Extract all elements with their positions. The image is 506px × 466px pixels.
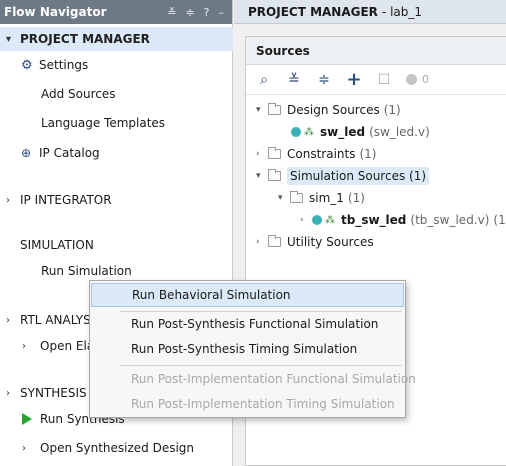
- chevron-right-icon[interactable]: ›: [300, 215, 312, 225]
- nav-section-ip-integrator[interactable]: › IP INTEGRATOR: [0, 188, 233, 212]
- tree-label-selected: Simulation Sources (1): [287, 167, 430, 185]
- chevron-down-icon[interactable]: ▾: [278, 193, 290, 203]
- collapse-all-icon[interactable]: ≚: [286, 72, 302, 88]
- chevron-down-icon[interactable]: ▾: [6, 34, 16, 45]
- chevron-right-icon[interactable]: ›: [256, 149, 268, 159]
- folder-icon: [268, 147, 281, 159]
- tree-simulation-sources[interactable]: ▾ Simulation Sources (1): [256, 165, 430, 187]
- hierarchy-icon: ⁂: [304, 126, 314, 138]
- nav-item-settings[interactable]: ⚙ Settings: [0, 53, 233, 77]
- menu-item-run-behavioral-simulation[interactable]: Run Behavioral Simulation: [91, 283, 404, 307]
- nav-item-ip-catalog[interactable]: ⊕ IP Catalog: [0, 141, 233, 165]
- module-icon: [291, 127, 301, 137]
- nav-item-open-synthesized[interactable]: › Open Synthesized Design: [0, 436, 233, 460]
- section-label: RTL ANALYS: [20, 313, 91, 327]
- nav-section-project-manager[interactable]: ▾ PROJECT MANAGER: [0, 27, 233, 51]
- nav-item-label: Run Simulation: [41, 264, 132, 278]
- search-icon[interactable]: ⌕: [256, 72, 272, 88]
- folder-icon: [290, 191, 303, 203]
- section-label: SIMULATION: [20, 238, 94, 252]
- chevron-right-icon[interactable]: ›: [6, 195, 16, 206]
- nav-item-label: Open Ela: [40, 339, 95, 353]
- module-name: sw_led: [320, 125, 366, 139]
- tree-count: (1): [493, 213, 506, 227]
- expand-collapse-icon[interactable]: ≑: [185, 6, 194, 19]
- help-icon[interactable]: ?: [204, 6, 210, 19]
- expand-all-icon[interactable]: ≑: [316, 72, 332, 88]
- status-dot-icon: [406, 74, 417, 85]
- tree-label: Design Sources: [287, 103, 380, 117]
- nav-item-label: IP Catalog: [39, 146, 100, 160]
- tree-tb-sw-led[interactable]: › ⁂ tb_sw_led (tb_sw_led.v) (1): [300, 209, 506, 231]
- flow-navigator-title: Flow Navigator: [4, 5, 107, 19]
- folder-icon: [268, 235, 281, 247]
- collapse-all-icon[interactable]: ≚: [167, 6, 176, 19]
- menu-item-post-implementation-timing: Run Post-Implementation Timing Simulatio…: [131, 397, 395, 411]
- sources-toolbar: ⌕ ≚ ≑ + ☐ 0: [246, 65, 506, 95]
- chevron-right-icon[interactable]: ›: [22, 341, 32, 352]
- add-icon[interactable]: +: [346, 69, 362, 90]
- nav-section-simulation[interactable]: SIMULATION: [0, 233, 233, 257]
- chevron-right-icon[interactable]: ›: [256, 237, 268, 247]
- tree-design-sources[interactable]: ▾ Design Sources (1): [256, 99, 401, 121]
- properties-icon[interactable]: ☐: [376, 72, 392, 88]
- status-badge: 0: [406, 73, 429, 86]
- tree-utility-sources[interactable]: › Utility Sources: [256, 231, 374, 253]
- sources-title: Sources: [246, 37, 506, 65]
- tree-count: (1): [409, 169, 427, 183]
- section-label: IP INTEGRATOR: [20, 193, 112, 207]
- chevron-right-icon[interactable]: ›: [22, 443, 32, 454]
- nav-item-label: Language Templates: [41, 116, 166, 130]
- tree-label: Utility Sources: [287, 235, 374, 249]
- module-file: (tb_sw_led.v): [410, 213, 490, 227]
- section-label: SYNTHESIS: [20, 386, 87, 400]
- nav-item-add-sources[interactable]: Add Sources: [0, 82, 233, 106]
- nav-item-language-templates[interactable]: Language Templates: [0, 111, 233, 135]
- menu-item-post-synthesis-functional[interactable]: Run Post-Synthesis Functional Simulation: [91, 312, 404, 336]
- gear-icon: ⚙: [21, 57, 33, 73]
- chevron-right-icon[interactable]: ›: [6, 315, 16, 326]
- chevron-down-icon[interactable]: ▾: [256, 171, 268, 181]
- menu-item-post-implementation-functional: Run Post-Implementation Functional Simul…: [131, 372, 416, 386]
- tree-constraints[interactable]: › Constraints (1): [256, 143, 376, 165]
- flow-navigator-header: Flow Navigator ≚ ≑ ? –: [0, 0, 232, 24]
- tree-label: sim_1: [309, 191, 344, 205]
- section-label: PROJECT MANAGER: [20, 32, 150, 46]
- tree-sim-1[interactable]: ▾ sim_1 (1): [278, 187, 365, 209]
- project-name: - lab_1: [381, 4, 423, 19]
- folder-icon: [268, 169, 281, 181]
- tree-count: (1): [383, 103, 401, 117]
- nav-item-label: Settings: [39, 58, 89, 72]
- minimize-icon[interactable]: –: [219, 6, 225, 19]
- run-simulation-context-menu: Run Behavioral Simulation Run Post-Synth…: [89, 280, 416, 418]
- tree-design-top[interactable]: ⁂ sw_led (sw_led.v): [291, 121, 430, 143]
- status-count: 0: [422, 73, 429, 86]
- project-manager-title: PROJECT MANAGER: [248, 4, 378, 19]
- ip-catalog-icon: ⊕: [21, 146, 32, 160]
- menu-item-post-synthesis-timing[interactable]: Run Post-Synthesis Timing Simulation: [91, 337, 404, 361]
- menu-separator: [120, 365, 402, 366]
- module-icon: [312, 215, 322, 225]
- tree-count: (1): [359, 147, 377, 161]
- module-file: (sw_led.v): [369, 125, 430, 139]
- folder-icon: [268, 103, 281, 115]
- chevron-down-icon[interactable]: ▾: [256, 105, 268, 115]
- module-name: tb_sw_led: [341, 213, 407, 227]
- hierarchy-icon: ⁂: [325, 214, 335, 226]
- nav-item-label: Open Synthesized Design: [40, 441, 195, 455]
- tree-label: Simulation Sources: [290, 169, 406, 183]
- project-manager-header: PROJECT MANAGER - lab_1: [234, 0, 506, 24]
- nav-item-label: Add Sources: [41, 87, 116, 101]
- run-play-icon: [22, 413, 32, 425]
- tree-count: (1): [347, 191, 365, 205]
- chevron-right-icon[interactable]: ›: [6, 388, 16, 399]
- tree-label: Constraints: [287, 147, 356, 161]
